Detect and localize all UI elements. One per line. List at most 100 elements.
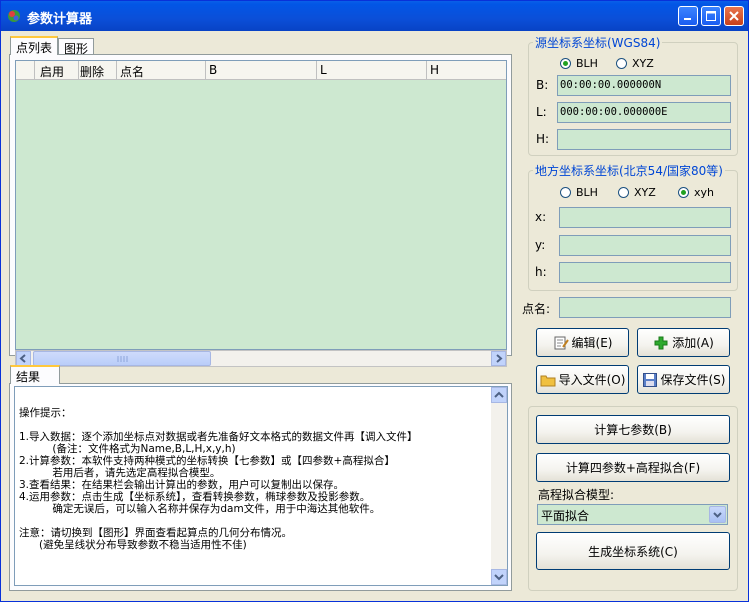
local-h-field[interactable] xyxy=(559,262,731,283)
save-file-button[interactable]: 保存文件(S) xyxy=(637,365,730,394)
save-file-button-label: 保存文件(S) xyxy=(660,373,726,387)
local-mode-xyh[interactable]: xyh xyxy=(678,186,714,199)
edit-button-label: 编辑(E) xyxy=(571,336,613,350)
edit-icon xyxy=(554,336,569,349)
local-y-label: y: xyxy=(535,238,546,252)
chevron-down-icon xyxy=(494,574,504,581)
vertical-scrollbar[interactable] xyxy=(491,387,507,585)
radio-selected-icon xyxy=(560,58,571,69)
table-header: 启用 删除 点名 B L H xyxy=(16,61,506,80)
result-text-line: 确定无误后，可以输入名称并保存为dam文件，用于中海达其他软件。 xyxy=(19,503,381,515)
source-l-field[interactable]: 000:00:00.000000E xyxy=(557,102,731,123)
column-separator xyxy=(205,61,206,79)
app-window: 参数计算器 点列表 图形 启用 删除 点名 B L H 结果 操作提示： 1.导… xyxy=(0,0,749,602)
radio-icon xyxy=(560,187,571,198)
calc-seven-params-button[interactable]: 计算七参数(B) xyxy=(536,415,730,444)
source-l-label: L: xyxy=(536,105,547,119)
result-text: 操作提示： 1.导入数据：逐个添加坐标点对数据或者先准备好文本格式的数据文件再【… xyxy=(19,407,418,551)
radio-label: XYZ xyxy=(634,186,656,199)
col-header-l[interactable]: L xyxy=(320,63,327,77)
generate-coord-system-button[interactable]: 生成坐标系统(C) xyxy=(536,532,730,570)
result-text-line xyxy=(19,419,418,431)
radio-icon xyxy=(618,187,629,198)
row-header-corner xyxy=(16,61,35,79)
height-model-value: 平面拟合 xyxy=(541,509,590,523)
result-text-line xyxy=(19,515,418,527)
point-name-label: 点名: xyxy=(522,302,551,316)
scroll-up-button[interactable] xyxy=(491,387,507,403)
source-b-field[interactable]: 00:00:00.000000N xyxy=(557,75,731,96)
result-text-line: 4.运用参数：点击生成【坐标系统】，查看转换参数，椭球参数及投影参数。 xyxy=(19,491,371,503)
scroll-thumb[interactable] xyxy=(33,351,211,366)
chevron-down-icon xyxy=(713,512,722,518)
maximize-button[interactable] xyxy=(701,6,721,26)
source-h-label: H: xyxy=(536,132,550,146)
tab-result[interactable]: 结果 xyxy=(10,365,60,384)
title-bar[interactable]: 参数计算器 xyxy=(1,1,748,31)
col-header-b[interactable]: B xyxy=(209,63,217,77)
local-mode-blh[interactable]: BLH xyxy=(560,186,598,199)
import-file-button[interactable]: 导入文件(O) xyxy=(536,365,629,394)
source-h-field[interactable] xyxy=(557,129,731,150)
result-text-line: 1.导入数据：逐个添加坐标点对数据或者先准备好文本格式的数据文件再【调入文件】 xyxy=(19,431,418,443)
radio-label: xyh xyxy=(694,186,714,199)
point-list-panel: 启用 删除 点名 B L H xyxy=(9,54,512,367)
minimize-button[interactable] xyxy=(678,6,698,26)
source-coord-title: 源坐标系坐标(WGS84) xyxy=(535,36,661,50)
window-title: 参数计算器 xyxy=(27,12,93,27)
col-header-enable[interactable]: 启用 xyxy=(40,63,64,80)
radio-icon xyxy=(616,58,627,69)
local-x-label: x: xyxy=(535,210,547,224)
col-header-h[interactable]: H xyxy=(430,63,439,77)
local-x-field[interactable] xyxy=(559,207,731,228)
column-separator xyxy=(116,61,117,79)
minimize-icon xyxy=(684,18,691,20)
calc-four-params-button[interactable]: 计算四参数+高程拟合(F) xyxy=(536,453,730,482)
chevron-up-icon xyxy=(494,391,504,398)
source-mode-blh[interactable]: BLH xyxy=(560,57,598,70)
scroll-down-button[interactable] xyxy=(491,569,507,585)
result-text-line: 2.计算参数：本软件支持两种模式的坐标转换【七参数】或【四参数+高程拟合】 xyxy=(19,455,395,467)
tab-graphics[interactable]: 图形 xyxy=(58,38,95,56)
radio-label: BLH xyxy=(576,57,598,70)
radio-selected-icon xyxy=(678,187,689,198)
close-button[interactable] xyxy=(724,6,744,26)
plus-icon xyxy=(654,336,668,349)
save-icon xyxy=(642,372,657,387)
app-icon xyxy=(8,10,20,22)
result-text-line: 3.查看结果：在结果栏会输出计算出的参数，用户可以复制出以保存。 xyxy=(19,479,345,491)
scroll-right-button[interactable] xyxy=(491,351,506,366)
height-model-select[interactable]: 平面拟合 xyxy=(537,504,728,525)
column-separator xyxy=(316,61,317,79)
result-text-line: 注意：请切换到【图形】界面查看起算点的几何分布情况。 xyxy=(19,527,292,539)
col-header-delete[interactable]: 删除 xyxy=(80,63,104,80)
local-h-label: h: xyxy=(535,265,547,279)
chevron-right-icon xyxy=(496,354,503,363)
col-header-name[interactable]: 点名 xyxy=(120,63,144,80)
close-icon xyxy=(729,11,739,21)
point-table[interactable]: 启用 删除 点名 B L H xyxy=(15,60,507,350)
grip-icon xyxy=(117,356,128,362)
dropdown-button[interactable] xyxy=(709,506,726,523)
add-button[interactable]: 添加(A) xyxy=(637,328,730,357)
local-coord-title: 地方坐标系坐标(北京54/国家80等) xyxy=(535,164,723,178)
local-y-field[interactable] xyxy=(559,235,731,256)
source-b-label: B: xyxy=(536,78,549,92)
folder-icon xyxy=(540,375,556,386)
tab-point-list[interactable]: 点列表 xyxy=(10,36,59,55)
radio-label: XYZ xyxy=(632,57,654,70)
maximize-icon xyxy=(706,11,716,21)
chevron-left-icon xyxy=(19,354,26,363)
result-text-line: 操作提示： xyxy=(19,407,72,419)
scroll-left-button[interactable] xyxy=(16,351,31,366)
result-text-line: (避免呈线状分布导致参数不稳当适用性不佳) xyxy=(19,539,247,551)
point-name-field[interactable] xyxy=(559,297,731,318)
local-mode-xyz[interactable]: XYZ xyxy=(618,186,656,199)
result-textarea[interactable]: 操作提示： 1.导入数据：逐个添加坐标点对数据或者先准备好文本格式的数据文件再【… xyxy=(14,386,508,586)
source-mode-xyz[interactable]: XYZ xyxy=(616,57,654,70)
horizontal-scrollbar[interactable] xyxy=(15,350,507,367)
edit-button[interactable]: 编辑(E) xyxy=(536,328,629,357)
result-text-line: (备注：文件格式为Name,B,L,H,x,y,h) xyxy=(19,443,236,455)
radio-label: BLH xyxy=(576,186,598,199)
result-text-line: 若用后者，请先选定高程拟合模型。 xyxy=(19,467,221,479)
